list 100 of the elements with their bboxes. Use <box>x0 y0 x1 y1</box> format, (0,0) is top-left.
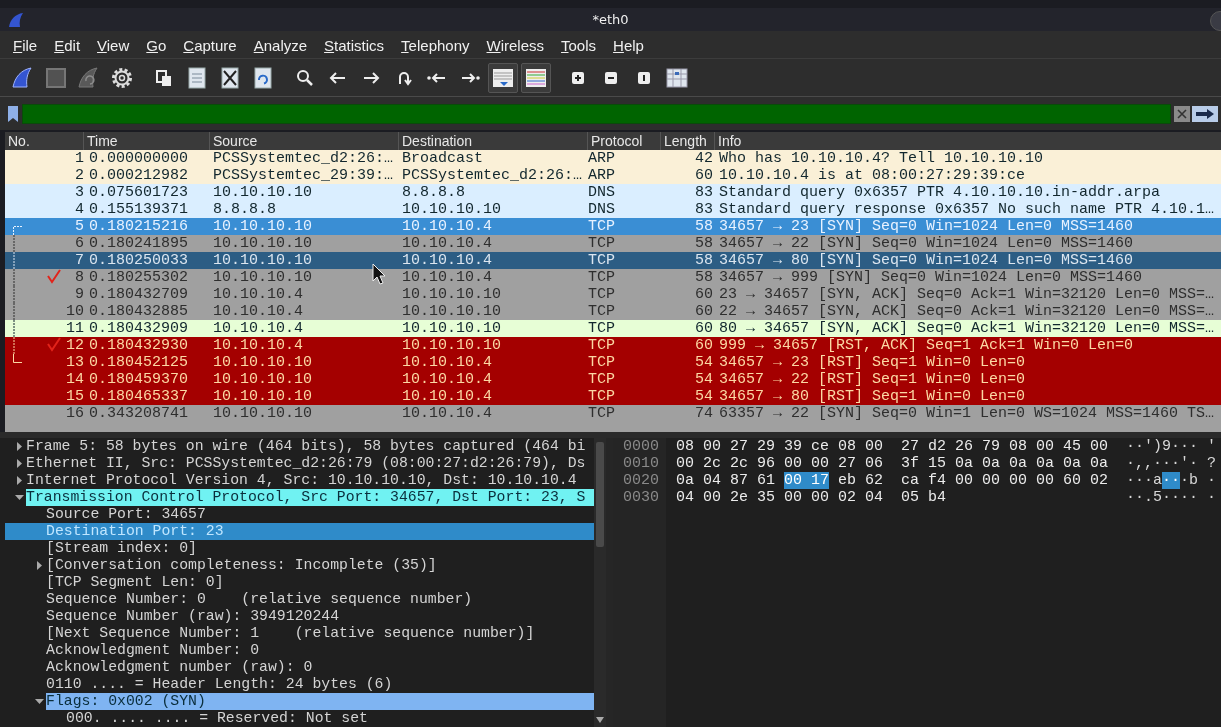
selected-bytes[interactable]: 00 17 <box>784 472 830 489</box>
ascii-text[interactable]: ·,,···'· ? <box>1126 455 1216 472</box>
ascii-text[interactable]: ···a <box>1126 472 1162 489</box>
hex-bytes[interactable]: eb 62 ca f4 00 00 00 00 60 02 <box>838 472 1109 489</box>
table-cell-text: 0.000000000 <box>88 150 189 167</box>
table-cell: TCP <box>588 269 615 286</box>
tree-item[interactable]: Internet Protocol Version 4, Src: 10.10.10.10, Dst: 10.10.10.4 <box>26 472 579 489</box>
tree-item[interactable]: [TCP Segment Len: 0] <box>46 574 226 591</box>
table-cell-text: 42 <box>695 150 714 167</box>
packet-row[interactable]: 1 0.000000000 PCSSystemtec_d2:26:… Broadcast ARP 42 Who has 10.10.10.4? Tell 10.10.10.10 <box>5 150 1221 167</box>
apply-button[interactable] <box>1192 105 1218 122</box>
table-cell: 15 <box>66 388 84 405</box>
table-cell-text: 8.8.8.8 <box>401 184 465 201</box>
hex-bytes[interactable]: 04 00 2e 35 00 00 02 04 05 b4 <box>676 489 947 506</box>
close-icon <box>1176 107 1188 120</box>
tree-item[interactable]: Acknowledgment Number: 0 <box>46 642 262 659</box>
packet-row[interactable]: 15 0.180465337 10.10.10.10 10.10.10.4 TCP 54 34657 → 80 [RST] Seq=1 Win=0 Len=0 <box>5 388 1221 405</box>
tree-item[interactable]: Acknowledgment number (raw): 0 <box>46 659 315 676</box>
caret-right-icon[interactable] <box>14 459 24 468</box>
table-cell-text: 8.8.8.8 <box>212 201 276 218</box>
table-cell-text: 83 <box>695 184 714 201</box>
menu-item[interactable]: File <box>6 33 45 56</box>
tree-item[interactable]: Sequence Number (raw): 3949120244 <box>46 608 342 625</box>
toolbar-button[interactable] <box>521 62 551 93</box>
scrollbar-thumb[interactable] <box>596 442 604 547</box>
table-cell: 3 <box>75 184 84 201</box>
packet-row[interactable]: 13 0.180452125 10.10.10.10 10.10.10.4 TCP 54 34657 → 23 [RST] Seq=1 Win=0 Len=0 <box>5 354 1221 371</box>
table-cell-text: 58 <box>695 252 714 269</box>
document-icon <box>185 65 209 90</box>
table-cell: 6 <box>75 235 84 252</box>
table-cell: 7 <box>75 252 84 269</box>
menu-item[interactable]: Tools <box>554 33 604 56</box>
menu-item[interactable]: Analyze <box>246 33 315 56</box>
packet-row[interactable]: 3 0.075601723 10.10.10.10 8.8.8.8 DNS 83 Standard query 0x6357 PTR 4.10.10.10.in-addr.arpa <box>5 184 1221 201</box>
table-cell-text: 34657 → 22 [SYN] Seq=0 Win=1024 Len=0 MSS=1460 <box>718 235 1134 252</box>
filter-field[interactable] <box>22 103 1171 124</box>
packet-row[interactable]: 2 0.000212982 PCSSystemtec_29:39:… PCSSystemtec_d2:26:… ARP 60 10.10.10.4 is at 08:00:27:29:39:ce <box>5 167 1221 184</box>
table-cell-text: 60 <box>695 167 714 184</box>
table-cell-text: 10.10.10.10 <box>212 388 313 405</box>
table-cell-text: 22 → 34657 [SYN, ACK] Seq=0 Ack=1 Win=32120 Len=0 MSS=… <box>718 303 1215 320</box>
tree-item[interactable]: [Stream index: 0] <box>46 540 199 557</box>
hex-bytes[interactable]: 08 00 27 29 39 ce 08 00 27 d2 26 79 08 00 45 00 <box>676 438 1109 455</box>
menu-item[interactable]: Help <box>606 33 651 56</box>
tree-item[interactable]: [Conversation completeness: Incomplete (35)] <box>46 557 439 574</box>
table-cell: TCP <box>588 252 615 269</box>
table-cell-text: Standard query 0x6357 PTR 4.10.10.10.in-addr.arpa <box>718 184 1161 201</box>
toolbar-button[interactable] <box>488 62 518 93</box>
packet-row[interactable]: 7 0.180250033 10.10.10.10 10.10.10.4 TCP 58 34657 → 80 [SYN] Seq=0 Win=1024 Len=0 MSS=1460 <box>5 252 1221 269</box>
tree-item[interactable]: [Next Sequence Number: 1 (relative sequence number)] <box>46 625 537 642</box>
menu-item[interactable]: Statistics <box>317 33 392 56</box>
menu-item[interactable]: Telephony <box>394 33 477 56</box>
menu-item[interactable]: View <box>90 33 137 56</box>
table-cell: 5 <box>75 218 84 235</box>
caret-down-icon[interactable] <box>14 493 24 502</box>
table-cell-text: PCSSystemtec_d2:26:… <box>212 150 394 167</box>
table-cell-text: 10.10.10.4 <box>401 371 492 388</box>
tree-item[interactable]: Transmission Control Protocol, Src Port: 34657, Dst Port: 23, S <box>26 489 594 506</box>
column-header[interactable]: Info <box>715 132 1221 150</box>
table-cell-text: 0.180432885 <box>88 303 189 320</box>
bookmark-icon[interactable] <box>8 105 18 122</box>
selected-ascii[interactable]: ·· <box>1162 472 1181 489</box>
scrollbar[interactable] <box>594 438 606 727</box>
tree-item[interactable]: Frame 5: 58 bytes on wire (464 bits), 58 bytes captured (464 bi <box>26 438 588 455</box>
ascii-text[interactable]: ·b · <box>1180 472 1217 489</box>
tree-item[interactable]: 0110 .... = Header Length: 24 bytes (6) <box>46 676 395 693</box>
clear-button[interactable] <box>1174 105 1190 122</box>
table-cell-text: 10.10.10.10 <box>401 303 502 320</box>
menu-item[interactable]: Go <box>139 33 174 56</box>
menu-item[interactable]: Capture <box>176 33 244 56</box>
shark-fin-icon <box>8 11 24 28</box>
table-cell-text: 10.10.10.4 <box>401 405 492 422</box>
packet-row[interactable]: 12 0.180432930 10.10.10.4 10.10.10.10 TCP 60 999 → 34657 [RST, ACK] Seq=1 Ack=1 Win=0 Len=0 <box>5 337 1221 354</box>
packet-row[interactable]: 14 0.180459370 10.10.10.10 10.10.10.4 TCP 54 34657 → 22 [RST] Seq=1 Win=0 Len=0 <box>5 371 1221 388</box>
ascii-text[interactable]: ··')9··· ' <box>1126 438 1216 455</box>
tree-item[interactable]: Source Port: 34657 <box>46 506 208 523</box>
table-cell-text: 80 → 34657 [SYN, ACK] Seq=0 Ack=1 Win=32120 Len=0 MSS=… <box>718 320 1215 337</box>
caret-right-icon[interactable] <box>14 476 24 485</box>
menu-item[interactable]: Edit <box>47 33 88 56</box>
table-cell-text: 0.155139371 <box>88 201 189 218</box>
table-cell: 13 <box>66 354 84 371</box>
table-cell-text: 74 <box>695 405 714 422</box>
table-cell-text: 0.180432930 <box>88 337 189 354</box>
packet-row[interactable]: 11 0.180432909 10.10.10.4 10.10.10.10 TCP 60 80 → 34657 [SYN, ACK] Seq=0 Ack=1 Win=32120 Len=0 MSS=… <box>5 320 1221 337</box>
tree-item[interactable]: 000. .... .... = Reserved: Not set <box>66 710 370 727</box>
table-cell-text: 999 → 34657 [RST, ACK] Seq=1 Ack=1 Win=0 Len=0 <box>718 337 1134 354</box>
hex-bytes[interactable]: 0a 04 87 61 <box>676 472 776 489</box>
table-cell-text: 10.10.10.10 <box>212 405 313 422</box>
ascii-text[interactable]: ··.5···· · <box>1126 489 1216 506</box>
caret-right-icon[interactable] <box>14 442 24 451</box>
caret-right-icon[interactable] <box>34 561 44 570</box>
hex-bytes[interactable]: 00 2c 2c 96 00 00 27 06 3f 15 0a 0a 0a 0a 0a 0a <box>676 455 1109 472</box>
table-cell-text: 10.10.10.4 <box>401 354 492 371</box>
caret-down-icon[interactable] <box>34 697 44 706</box>
menu-item[interactable]: Wireless <box>479 33 552 56</box>
packet-row[interactable]: 4 0.155139371 8.8.8.8 10.10.10.10 DNS 83 Standard query response 0x6357 No such name PTR 4.10.1… <box>5 201 1221 218</box>
tree-item[interactable]: Sequence Number: 0 (relative sequence number) <box>46 591 475 608</box>
tree-item[interactable]: Flags: 0x002 (SYN) <box>46 693 594 710</box>
table-cell-text: 10.10.10.10 <box>212 354 313 371</box>
tree-item[interactable]: Ethernet II, Src: PCSSystemtec_d2:26:79 (08:00:27:d2:26:79), Ds <box>26 455 588 472</box>
scroll-down-icon[interactable] <box>595 716 605 724</box>
